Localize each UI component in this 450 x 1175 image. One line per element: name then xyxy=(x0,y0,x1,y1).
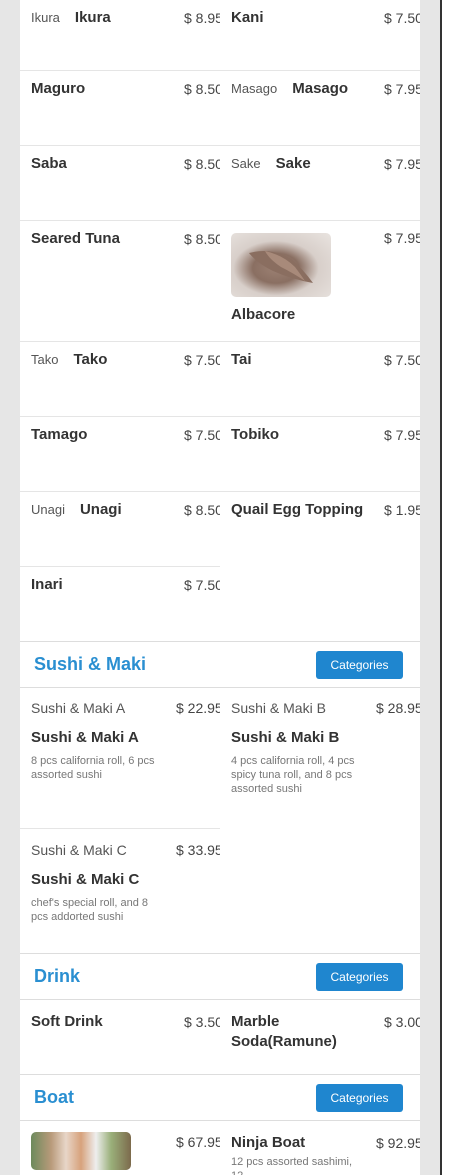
menu-item-marble-soda[interactable]: Marble Soda(Ramune) $ 3.00 xyxy=(220,1000,420,1074)
item-name: Unagi xyxy=(79,501,122,518)
menu-item-sushi-maki-a[interactable]: Sushi & Maki A $ 22.95 Sushi & Maki A 8 … xyxy=(20,688,220,829)
item-price: $ 67.95 xyxy=(176,1134,220,1150)
item-price: $ 7.95 xyxy=(384,230,420,246)
item-price: $ 7.50 xyxy=(384,352,420,368)
item-description: 8 pcs california roll, 6 pcs assorted su… xyxy=(31,755,155,781)
item-name: Maguro xyxy=(31,80,86,97)
boat-grid: $ 67.95 Ninja Boat $ 92.95 12 pcs assort… xyxy=(20,1121,420,1175)
item-name: Tako xyxy=(73,351,108,368)
item-name: Saba xyxy=(31,155,67,172)
menu-item-masago[interactable]: Masago Masago $ 7.95 xyxy=(220,71,420,146)
item-price: $ 7.50 xyxy=(184,352,220,368)
menu-item-sushi-maki-b[interactable]: Sushi & Maki B $ 28.95 Sushi & Maki B 4 … xyxy=(220,688,420,829)
item-name: Ikura xyxy=(74,9,111,26)
menu-item-boat-photo[interactable]: $ 67.95 xyxy=(20,1121,220,1175)
menu-item-tobiko[interactable]: Tobiko $ 7.95 xyxy=(220,417,420,492)
item-name: Sushi & Maki A xyxy=(31,729,139,746)
item-name: Soft Drink xyxy=(31,1013,103,1030)
item-name: Masago xyxy=(292,80,349,97)
item-price: $ 7.50 xyxy=(184,577,220,593)
menu-grid: Ikura Ikura $ 8.95 Kani $ 7.50 Maguro $ … xyxy=(20,0,420,641)
menu-panel: Ikura Ikura $ 8.95 Kani $ 7.50 Maguro $ … xyxy=(20,0,420,1175)
menu-item-unagi[interactable]: Unagi Unagi $ 8.50 xyxy=(20,492,220,567)
item-price: $ 7.50 xyxy=(384,10,420,26)
menu-item-tamago[interactable]: Tamago $ 7.50 xyxy=(20,417,220,492)
item-price: $ 7.50 xyxy=(184,427,220,443)
broken-image-icon: Sake xyxy=(231,156,261,171)
item-name: Kani xyxy=(231,9,264,26)
item-description: 4 pcs california roll, 4 pcs spicy tuna … xyxy=(231,755,355,795)
item-description: 12 pcs assorted sashimi, 12 xyxy=(231,1156,353,1175)
item-price: $ 8.95 xyxy=(184,10,220,26)
menu-item-ikura[interactable]: Ikura Ikura $ 8.95 xyxy=(20,0,220,71)
section-header-boat: Boat Categories xyxy=(20,1074,420,1121)
item-name: Marble Soda(Ramune) xyxy=(231,1013,337,1050)
section-title: Drink xyxy=(34,966,81,986)
menu-item-maguro[interactable]: Maguro $ 8.50 xyxy=(20,71,220,146)
empty-cell xyxy=(220,829,420,953)
item-name: Tai xyxy=(231,351,252,368)
broken-image-icon: Masago xyxy=(231,81,278,96)
item-price: $ 92.95 xyxy=(376,1135,420,1151)
categories-button[interactable]: Categories xyxy=(316,1083,403,1112)
broken-image-icon: Tako xyxy=(31,352,59,367)
item-price: $ 7.95 xyxy=(384,81,420,97)
menu-item-kani[interactable]: Kani $ 7.50 xyxy=(220,0,420,71)
menu-item-sushi-maki-c[interactable]: Sushi & Maki C $ 33.95 Sushi & Maki C ch… xyxy=(20,829,220,953)
menu-item-saba[interactable]: Saba $ 8.50 xyxy=(20,146,220,221)
page-margin xyxy=(442,0,450,1175)
broken-image-icon: Unagi xyxy=(31,502,65,517)
item-price: $ 8.50 xyxy=(184,502,220,518)
item-name: Tamago xyxy=(31,426,88,443)
item-name: Sake xyxy=(275,155,311,172)
item-name: Seared Tuna xyxy=(31,230,120,247)
menu-item-ninja-boat[interactable]: Ninja Boat $ 92.95 12 pcs assorted sashi… xyxy=(220,1121,420,1175)
section-header-sushi-maki: Sushi & Maki Categories xyxy=(20,641,420,688)
item-name: Albacore xyxy=(231,306,296,323)
item-price: $ 8.50 xyxy=(184,231,220,247)
section-header-drink: Drink Categories xyxy=(20,953,420,1000)
item-name: Sushi & Maki C xyxy=(31,871,140,888)
item-name: Ninja Boat xyxy=(231,1134,306,1151)
item-price: $ 8.50 xyxy=(184,156,220,172)
categories-button[interactable]: Categories xyxy=(316,962,403,991)
item-price: $ 3.50 xyxy=(184,1014,220,1030)
menu-item-seared-tuna[interactable]: Seared Tuna $ 8.50 xyxy=(20,221,220,342)
item-name: Inari xyxy=(31,576,63,593)
menu-item-soft-drink[interactable]: Soft Drink $ 3.50 xyxy=(20,1000,220,1074)
broken-image-icon: Ikura xyxy=(31,10,60,25)
item-name: Tobiko xyxy=(231,426,280,443)
item-price: $ 1.95 xyxy=(384,502,420,518)
item-price: $ 3.00 xyxy=(384,1014,420,1030)
section-title: Sushi & Maki xyxy=(34,654,147,674)
empty-cell xyxy=(220,567,420,641)
broken-image-icon: Sushi & Maki A xyxy=(31,700,126,716)
menu-item-tai[interactable]: Tai $ 7.50 xyxy=(220,342,420,417)
item-name: Quail Egg Topping xyxy=(231,501,364,518)
categories-button[interactable]: Categories xyxy=(316,650,403,679)
menu-item-tako[interactable]: Tako Tako $ 7.50 xyxy=(20,342,220,417)
drink-grid: Soft Drink $ 3.50 Marble Soda(Ramune) $ … xyxy=(20,1000,420,1074)
broken-image-icon: Sushi & Maki C xyxy=(31,842,127,858)
item-description: chef's special roll, and 8 pcs addorted … xyxy=(31,897,149,923)
section-title: Boat xyxy=(34,1087,74,1107)
item-price: $ 8.50 xyxy=(184,81,220,97)
item-name: Sushi & Maki B xyxy=(231,729,340,746)
menu-item-sake[interactable]: Sake Sake $ 7.95 xyxy=(220,146,420,221)
item-price: $ 33.95 xyxy=(176,842,220,858)
albacore-photo xyxy=(231,233,331,297)
menu-item-inari[interactable]: Inari $ 7.50 xyxy=(20,567,220,641)
menu-item-albacore[interactable]: $ 7.95 Albacore xyxy=(220,221,420,342)
broken-image-icon: Sushi & Maki B xyxy=(231,700,326,716)
item-price: $ 22.95 xyxy=(176,700,220,716)
item-price: $ 7.95 xyxy=(384,427,420,443)
boat-photo xyxy=(31,1132,131,1170)
item-price: $ 28.95 xyxy=(376,700,420,716)
menu-item-quail-egg-topping[interactable]: Quail Egg Topping $ 1.95 xyxy=(220,492,420,567)
sushi-maki-grid: Sushi & Maki A $ 22.95 Sushi & Maki A 8 … xyxy=(20,688,420,953)
item-price: $ 7.95 xyxy=(384,156,420,172)
